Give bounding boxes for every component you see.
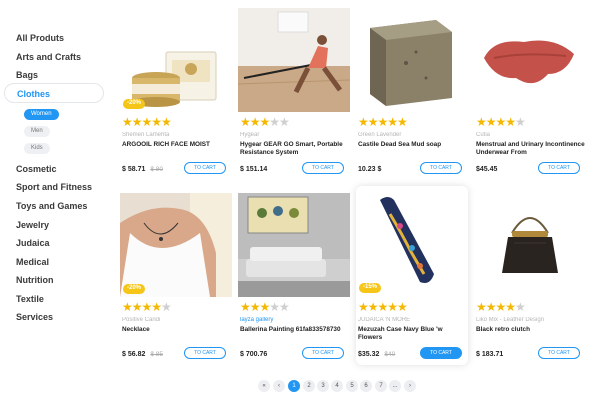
next-page-button[interactable]: › <box>404 380 416 392</box>
product-title[interactable]: Castile Dead Sea Mud soap <box>358 141 468 149</box>
page-button-6[interactable]: 6 <box>360 380 372 392</box>
current-price: $35.32 <box>358 351 380 358</box>
to-cart-button[interactable]: TO CART <box>538 347 580 359</box>
product-title[interactable]: Ballerina Painting 61fa833578730 <box>240 326 350 334</box>
product-card[interactable]: ★★★★★ Liko Mix - Leather Design Black re… <box>474 193 586 365</box>
category-clothes[interactable]: Clothes <box>4 83 104 103</box>
page-ellipsis: ... <box>389 380 401 392</box>
product-brand: Green Lavender <box>358 132 402 138</box>
old-price: $ 80 <box>150 166 164 173</box>
rating-stars: ★★★★★ <box>122 300 172 314</box>
page-button-3[interactable]: 3 <box>317 380 329 392</box>
rating-stars: ★★★★★ <box>476 300 526 314</box>
category-nutrition[interactable]: Nutrition <box>16 275 54 285</box>
category-bags[interactable]: Bags <box>16 70 38 80</box>
rating-stars: ★★★★★ <box>240 115 290 129</box>
product-title[interactable]: Mezuzah Case Navy Blue 'w Flowers <box>358 326 468 342</box>
product-price: $ 151.14 <box>240 166 267 173</box>
product-price: $ 700.76 <box>240 351 267 358</box>
to-cart-button[interactable]: TO CART <box>184 162 226 174</box>
to-cart-button[interactable]: TO CART <box>184 347 226 359</box>
old-price: $40 <box>384 351 396 358</box>
rating-stars: ★★★★★ <box>122 115 172 129</box>
product-brand: Hygear <box>240 132 260 138</box>
underwear-image[interactable] <box>474 8 586 112</box>
category-all-products[interactable]: All Produts <box>16 33 64 43</box>
product-title[interactable]: Necklace <box>122 326 232 334</box>
page-button-5[interactable]: 5 <box>346 380 358 392</box>
rating-stars: ★★★★★ <box>240 300 290 314</box>
current-price: $ 700.76 <box>240 351 268 358</box>
rating-stars: ★★★★★ <box>358 300 408 314</box>
previous-page-button[interactable]: ‹ <box>273 380 285 392</box>
category-medical[interactable]: Medical <box>16 257 49 267</box>
current-price: $45.45 <box>476 166 498 173</box>
current-price: $ 151.14 <box>240 166 268 173</box>
mud-soap-bar-image[interactable] <box>356 8 468 112</box>
product-brand[interactable]: layza gallery <box>240 317 348 323</box>
product-title[interactable]: Black retro clutch <box>476 326 586 334</box>
discount-badge: -20% <box>123 284 146 294</box>
page-button-4[interactable]: 4 <box>331 380 343 392</box>
mezuzah-case-image[interactable] <box>356 190 468 294</box>
face-cream-jar-image[interactable] <box>120 8 232 112</box>
category-jewelry[interactable]: Jewelry <box>16 220 49 230</box>
product-brand: Shemen Lamehta <box>122 132 170 138</box>
current-price: $ 183.71 <box>476 351 504 358</box>
rating-stars: ★★★★★ <box>476 115 526 129</box>
product-title[interactable]: Hygear GEAR GO Smart, Portable Resistanc… <box>240 141 350 157</box>
product-price: $ 58.71 $ 80 <box>122 166 163 173</box>
old-price: $ 85 <box>150 351 164 358</box>
subcategory-men[interactable]: Men <box>24 126 50 137</box>
product-price: 10.23 $ <box>358 166 381 173</box>
to-cart-button[interactable]: TO CART <box>538 162 580 174</box>
category-services[interactable]: Services <box>16 312 53 322</box>
product-brand: JUDAICA 'N MORE <box>358 317 411 323</box>
first-page-button[interactable]: « <box>258 380 270 392</box>
page-button-7[interactable]: 7 <box>375 380 387 392</box>
black-clutch-image[interactable] <box>474 193 586 297</box>
woman-exercising-image[interactable] <box>238 8 350 112</box>
product-title[interactable]: ARGOOIL RICH FACE MOIST <box>122 141 232 149</box>
discount-badge: -15% <box>359 283 382 293</box>
subcategory-women[interactable]: Women <box>24 109 59 120</box>
discount-badge: -20% <box>123 99 146 109</box>
page-button-1[interactable]: 1 <box>288 380 300 392</box>
product-brand: Cutia <box>476 132 491 138</box>
product-brand: Liko Mix - Leather Design <box>476 317 545 323</box>
to-cart-button[interactable]: TO CART <box>420 162 462 174</box>
current-price: $ 56.82 <box>122 351 146 358</box>
category-toys-and-games[interactable]: Toys and Games <box>16 201 87 211</box>
product-brand: Positive Candi <box>122 317 161 323</box>
product-price: $ 56.82 $ 85 <box>122 351 163 358</box>
category-judaica[interactable]: Judaica <box>16 238 50 248</box>
ballerina-painting-image[interactable] <box>238 193 350 297</box>
product-title[interactable]: Menstrual and Urinary Incontinence Under… <box>476 141 586 157</box>
page-button-2[interactable]: 2 <box>303 380 315 392</box>
product-card[interactable]: ★★★★★ layza gallery Ballerina Painting 6… <box>238 193 350 365</box>
product-card[interactable]: ★★★★★ Hygear Hygear GEAR GO Smart, Porta… <box>238 8 350 180</box>
product-price: $35.32 $40 <box>358 351 395 358</box>
to-cart-button[interactable]: TO CART <box>302 347 344 359</box>
product-price: $ 183.71 <box>476 351 503 358</box>
category-cosmetic[interactable]: Cosmetic <box>16 164 57 174</box>
product-card[interactable]: -20% ★★★★★ Shemen Lamehta ARGOOIL RICH F… <box>120 8 232 180</box>
subcategory-kids[interactable]: Kids <box>24 143 50 154</box>
product-card[interactable]: ★★★★★ Cutia Menstrual and Urinary Incont… <box>474 8 586 180</box>
product-card[interactable]: -15% ★★★★★ JUDAICA 'N MORE Mezuzah Case … <box>356 186 468 365</box>
category-textile[interactable]: Textile <box>16 294 44 304</box>
category-sport-and-fitness[interactable]: Sport and Fitness <box>16 182 92 192</box>
product-card[interactable]: ★★★★★ Green Lavender Castile Dead Sea Mu… <box>356 8 468 180</box>
product-price: $45.45 <box>476 166 497 173</box>
product-card[interactable]: -20% ★★★★★ Positive Candi Necklace $ 56.… <box>120 193 232 365</box>
necklace-image[interactable] <box>120 193 232 297</box>
to-cart-button[interactable]: TO CART <box>302 162 344 174</box>
current-price: 10.23 $ <box>358 166 382 173</box>
category-sidebar: All Produts Arts and Crafts Bags Clothes… <box>0 0 108 400</box>
rating-stars: ★★★★★ <box>358 115 408 129</box>
current-price: $ 58.71 <box>122 166 146 173</box>
category-arts-and-crafts[interactable]: Arts and Crafts <box>16 52 81 62</box>
to-cart-button[interactable]: TO CART <box>420 347 462 359</box>
